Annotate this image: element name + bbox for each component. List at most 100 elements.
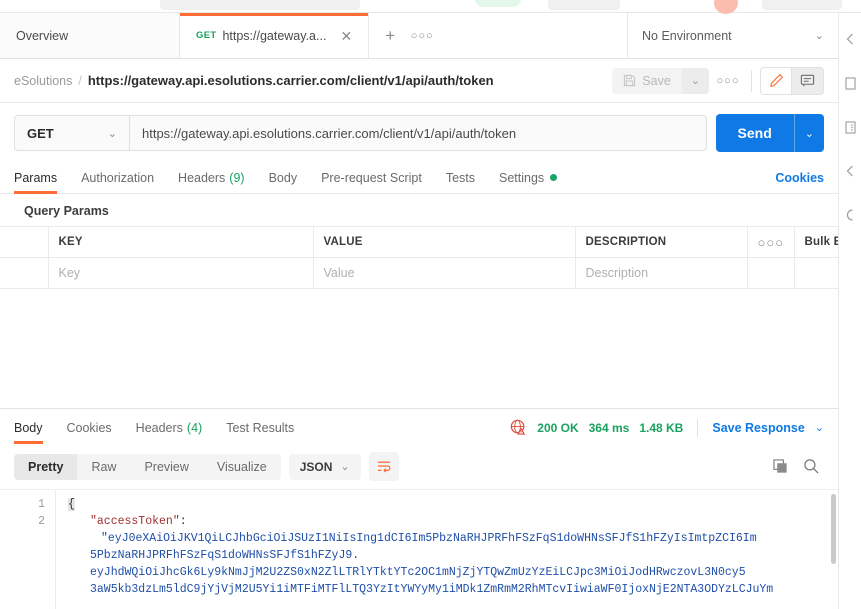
response-tab-test-results[interactable]: Test Results [226,412,294,444]
params-more-icon: ○○○ [757,234,785,250]
search-icon[interactable] [803,458,820,475]
save-response-caret[interactable]: ⌄ [815,421,824,434]
close-icon[interactable]: ✕ [340,29,352,43]
tab-settings[interactable]: Settings [499,162,558,194]
url-bar-row: GET ⌄ https://gateway.api.esolutions.car… [0,103,838,162]
tab-params[interactable]: Params [14,162,58,194]
tab-headers-count: (9) [229,170,245,185]
breadcrumb-divider [751,69,752,92]
response-toolbar-right [773,458,824,475]
comment-icon [800,74,815,87]
response-format-value: JSON [299,459,333,474]
query-params-title: Query Params [24,204,109,218]
response-tab-headers-label: Headers [135,420,183,435]
response-tab-body[interactable]: Body [14,412,43,444]
rail-comment-icon[interactable] [839,149,861,193]
network-warning-icon[interactable] [510,419,527,436]
edit-request-button[interactable] [760,66,792,95]
save-button[interactable]: Save [612,67,682,94]
url-input[interactable]: https://gateway.api.esolutions.carrier.c… [129,115,707,151]
save-dropdown-caret[interactable]: ⌄ [681,67,709,94]
tab-request-active[interactable]: GET https://gateway.a... ✕ [180,13,370,58]
tab-request-label: https://gateway.a... [222,28,327,43]
row-description-input[interactable]: Description [575,257,748,289]
url-input-value: https://gateway.api.esolutions.carrier.c… [142,125,517,141]
main-column: Overview GET https://gateway.a... ✕ + ○○… [0,13,861,609]
copy-icon[interactable] [773,458,789,475]
row-checkbox[interactable] [0,257,49,289]
json-code[interactable]: {"accessToken": "eyJ0eXAiOiJKV1QiLCJhbGci… [56,490,838,609]
tab-pre-request-script-label: Pre-request Script [321,170,422,185]
view-mode-pretty[interactable]: Pretty [14,453,78,480]
tab-authorization[interactable]: Authorization [81,162,154,194]
tab-settings-label: Settings [499,170,545,185]
th-more-icon[interactable]: ○○○ [747,226,795,258]
row-key-input[interactable]: Key [48,257,314,289]
strip-avatar [714,0,738,14]
table-header-row: KEY VALUE DESCRIPTION ○○○ Bulk Edit [0,226,861,258]
top-partial-strip [0,0,861,14]
save-group: Save ⌄ [612,67,709,94]
tab-more-icon[interactable]: ○○○ [407,21,437,51]
tab-tests[interactable]: Tests [446,162,475,194]
rail-collapse-icon[interactable] [839,17,861,61]
json-token-line-2: 5PbzNaRHJPRFhFSzFqS1doWHNsSFJfS1hFZyJ9. [90,549,360,562]
strip-pill-right [762,0,842,10]
environment-value: No Environment [642,28,732,43]
th-key: KEY [48,226,314,258]
response-tab-cookies[interactable]: Cookies [67,412,112,444]
send-group: Send ⌄ [715,114,824,152]
tab-overview-label: Overview [16,28,69,43]
tab-body[interactable]: Body [269,162,298,194]
pencil-icon [769,73,783,88]
response-tab-headers[interactable]: Headers (4) [136,412,203,444]
view-mode-raw[interactable]: Raw [77,454,130,480]
json-token-line-1: "eyJ0eXAiOiJKV1QiLCJhbGciOiJSUzI1NiIsIng… [101,532,757,545]
http-method-value: GET [27,125,54,141]
row-more[interactable] [747,257,795,289]
send-dropdown-caret[interactable]: ⌄ [793,114,824,152]
response-time: 364 ms [588,420,630,435]
tab-pre-request-script[interactable]: Pre-request Script [321,162,422,194]
json-open-brace: { [68,498,75,511]
breadcrumb-separator: / [78,74,82,88]
breadcrumb-collection[interactable]: eSolutions [14,74,72,88]
th-value: VALUE [313,226,576,258]
rail-info-icon[interactable] [839,193,861,237]
response-size: 1.48 KB [639,420,684,435]
th-description: DESCRIPTION [575,226,748,258]
tab-headers[interactable]: Headers (9) [178,162,245,194]
settings-status-dot [550,174,558,181]
table-row[interactable]: Key Value Description [0,257,861,289]
comment-button[interactable] [792,66,824,95]
line-number-2: 2 [38,515,45,528]
save-response-button[interactable]: Save Response [712,421,804,435]
wrap-lines-button[interactable] [368,452,399,481]
request-tabs: Params Authorization Headers (9) Body Pr… [0,162,838,194]
rail-documentation-icon[interactable] [839,61,861,105]
view-mode-visualize[interactable]: Visualize [203,454,281,480]
chevron-down-icon: ⌄ [340,461,350,473]
cookies-link[interactable]: Cookies [775,171,824,185]
row-value-input[interactable]: Value [313,257,576,289]
response-format-select[interactable]: JSON ⌄ [288,453,361,480]
tab-body-label: Body [268,170,298,185]
send-button[interactable]: Send [715,114,794,152]
response-body-viewer[interactable]: 12 {"accessToken": "eyJ0eXAiOiJKV1QiLCJhb… [0,489,838,609]
view-mode-preview[interactable]: Preview [130,454,202,480]
tab-overview[interactable]: Overview [0,13,180,58]
breadcrumb-row: eSolutions / https://gateway.api.esoluti… [0,59,838,103]
th-checkbox [0,226,49,258]
rail-code-icon[interactable] [839,105,861,149]
breadcrumb-more-icon[interactable]: ○○○ [713,66,743,96]
query-params-table: KEY VALUE DESCRIPTION ○○○ Bulk Edit Key … [0,226,861,289]
strip-pill-mid [548,0,620,10]
json-token-line-3: eyJhdWQiOiJhcGk6Ly9kNmJjM2U2ZS0xN2ZlLTRl… [90,566,746,579]
environment-selector[interactable]: No Environment ⌄ [628,13,838,58]
response-header: Body Cookies Headers (4) Test Results 20… [0,409,838,446]
vertical-scrollbar[interactable] [831,494,836,564]
plus-icon[interactable]: + [375,21,405,51]
http-method-select[interactable]: GET ⌄ [14,115,129,151]
response-toolbar: Pretty Raw Preview Visualize JSON ⌄ [0,446,838,489]
save-button-label: Save [642,73,671,88]
